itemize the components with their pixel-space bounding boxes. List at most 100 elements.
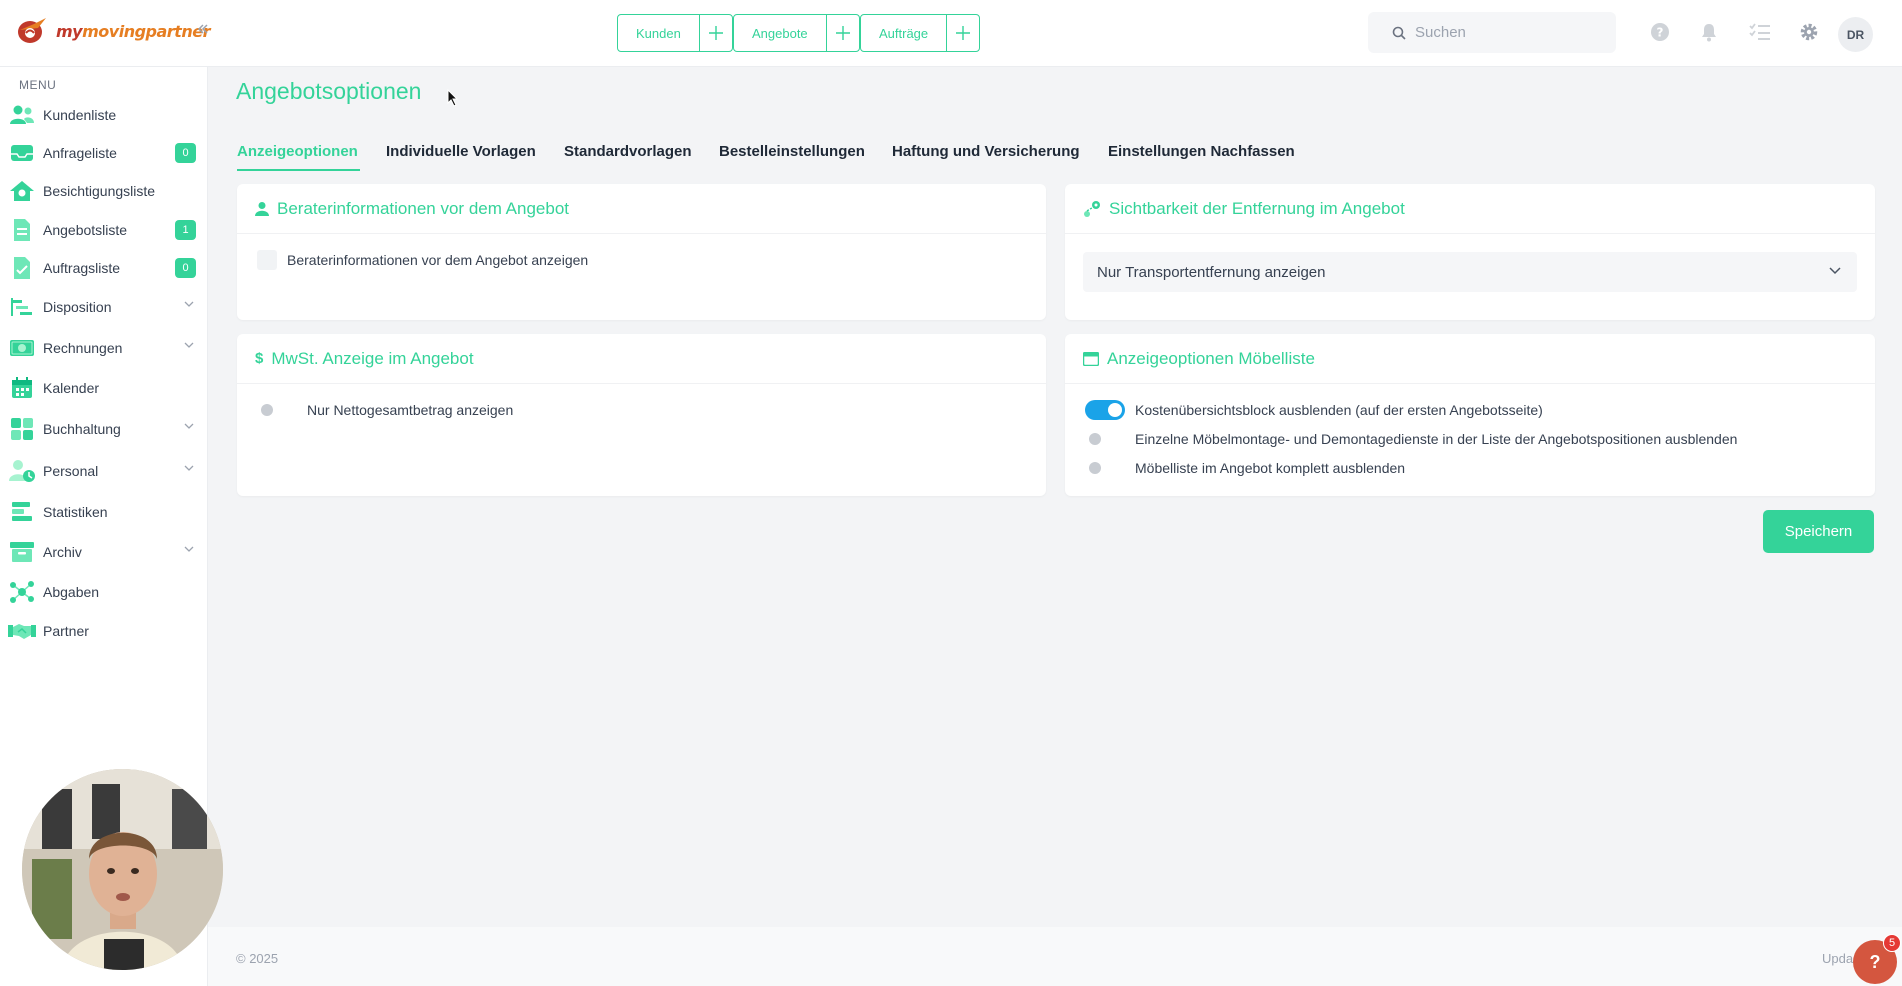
webcam-overlay [22,769,223,970]
sidebar-item-kalender[interactable]: Kalender [8,372,196,404]
task-list-icon[interactable] [1749,22,1771,42]
sidebar-item-statistiken[interactable]: Statistiken [8,496,196,528]
sidebar-item-label: Besichtigungsliste [43,183,156,199]
add-kunde-plus-icon[interactable] [700,15,732,51]
calendar-icon [8,375,36,401]
sidebar-item-besichtigungsliste[interactable]: Besichtigungsliste [8,175,196,207]
sidebar-item-angebotsliste[interactable]: Angebotsliste 1 [8,214,196,246]
document-icon [8,255,36,281]
netto-toggle[interactable] [257,400,297,420]
sidebar-item-label: Disposition [43,299,112,315]
entfernung-select[interactable]: Nur Transportentfernung anzeigen [1083,252,1857,292]
moebel-toggle-row: Möbelliste im Angebot komplett ausblende… [1085,458,1405,478]
collapse-sidebar-icon[interactable] [196,22,210,36]
footer: © 2025 Upda [208,927,1902,986]
house-icon [8,178,36,204]
sidebar-item-label: Angebotsliste [43,222,128,238]
sidebar-item-archiv[interactable]: Archiv [8,536,196,568]
sidebar-item-label: Kalender [43,380,100,396]
tab-standardvorlagen[interactable]: Standardvorlagen [564,143,692,160]
logo-icon [18,18,46,43]
add-angebot-plus-icon[interactable] [827,15,859,51]
person-icon [255,201,269,217]
customers-icon [8,102,36,128]
card-mwst: $ MwSt. Anzeige im Angebot Nur Nettogesa… [237,334,1046,496]
sidebar-item-label: Auftragsliste [43,260,121,276]
sidebar-item-label: Statistiken [43,504,108,520]
tab-individuelle-vorlagen[interactable]: Individuelle Vorlagen [386,143,536,160]
card-title: MwSt. Anzeige im Angebot [271,348,474,368]
chevron-down-icon [1829,267,1841,275]
moebel-toggle-row: Einzelne Möbelmontage- und Demontagedien… [1085,429,1737,449]
add-auftrag-plus-icon[interactable] [947,15,979,51]
network-icon [8,579,36,605]
berater-checkbox-label: Beraterinformationen vor dem Angebot anz… [287,252,589,268]
sidebar-item-label: Abgaben [43,584,100,600]
route-icon [1083,200,1101,218]
gear-icon[interactable] [1799,22,1819,42]
sidebar-item-disposition[interactable]: Disposition [8,291,196,323]
sidebar-item-label: Anfrageliste [43,145,117,161]
mwst-toggle-row: Nur Nettogesamtbetrag anzeigen [257,400,513,420]
svg-text:?: ? [1657,26,1664,40]
chevron-down-icon [184,342,194,348]
logo-text-my: my [56,21,83,41]
chevron-down-icon [184,423,194,429]
handshake-icon [8,618,36,644]
sidebar-item-abgaben[interactable]: Abgaben [8,576,196,608]
sidebar-item-auftragsliste[interactable]: Auftragsliste 0 [8,252,196,284]
count-badge: 1 [175,220,196,240]
tab-einstellungen-nachfassen[interactable]: Einstellungen Nachfassen [1108,143,1295,160]
document-icon [8,217,36,243]
disposition-icon [8,294,36,320]
sidebar-item-rechnungen[interactable]: Rechnungen [8,332,196,364]
card-title: Sichtbarkeit der Entfernung im Angebot [1109,198,1405,218]
chevron-down-icon [184,546,194,552]
chevron-down-icon [184,301,194,307]
tab-anzeigeoptionen[interactable]: Anzeigeoptionen [237,143,358,160]
mouse-cursor-icon [447,89,459,107]
logo-text-movingpartner: movingpartner [82,21,210,41]
quick-nav-auftraege-link[interactable]: Aufträge [861,15,948,51]
moebelliste-toggle[interactable] [1085,458,1125,478]
search-input[interactable] [1415,24,1595,41]
berater-checkbox-row: Beraterinformationen vor dem Angebot anz… [257,250,588,270]
netto-toggle-label: Nur Nettogesamtbetrag anzeigen [307,402,514,418]
user-avatar[interactable]: DR [1838,17,1873,52]
card-beraterinformationen: Beraterinformationen vor dem Angebot Ber… [237,184,1046,320]
sidebar-item-personal[interactable]: Personal [8,455,196,487]
berater-checkbox[interactable] [257,250,277,270]
count-badge: 0 [175,143,196,163]
help-notification-badge: 5 [1883,934,1901,952]
quick-nav-auftraege: Aufträge [860,14,981,52]
sidebar-item-buchhaltung[interactable]: Buchhaltung [8,413,196,445]
tab-bestelleinstellungen[interactable]: Bestelleinstellungen [719,143,865,160]
update-text: Upda [1822,951,1854,966]
card-title: Beraterinformationen vor dem Angebot [277,198,570,218]
help-icon[interactable]: ? [1650,22,1670,42]
montage-toggle[interactable] [1085,429,1125,449]
chevron-down-icon [184,465,194,471]
sidebar-item-label: Partner [43,623,89,639]
sidebar-item-label: Buchhaltung [43,421,121,437]
moebelliste-toggle-label: Möbelliste im Angebot komplett ausblende… [1135,460,1406,476]
logo[interactable]: mymovingpartner [16,16,210,46]
bell-icon[interactable] [1700,22,1718,42]
save-button[interactable]: Speichern [1763,510,1874,553]
sidebar-item-label: Kundenliste [43,107,117,123]
tab-haftung-und-versicherung[interactable]: Haftung und Versicherung [892,143,1080,160]
kostenuebersicht-toggle[interactable] [1085,400,1125,420]
archive-icon [8,539,36,565]
card-moebelliste: Anzeigeoptionen Möbelliste Kostenübersic… [1065,334,1875,496]
quick-nav-angebote-link[interactable]: Angebote [734,15,827,51]
sidebar-item-partner[interactable]: Partner [8,615,196,647]
quick-nav-angebote: Angebote [733,14,860,52]
dollar-icon: $ [255,350,264,367]
invoice-icon [8,335,36,361]
card-entfernung: Sichtbarkeit der Entfernung im Angebot N… [1065,184,1875,320]
quick-nav-kunden-link[interactable]: Kunden [618,15,700,51]
top-header: mymovingpartner Kunden Angebote Aufträge… [0,0,1902,67]
sidebar-item-anfrageliste[interactable]: Anfrageliste 0 [8,137,196,169]
sidebar-item-kundenliste[interactable]: Kundenliste [8,99,196,131]
card-title: Anzeigeoptionen Möbelliste [1107,348,1315,368]
